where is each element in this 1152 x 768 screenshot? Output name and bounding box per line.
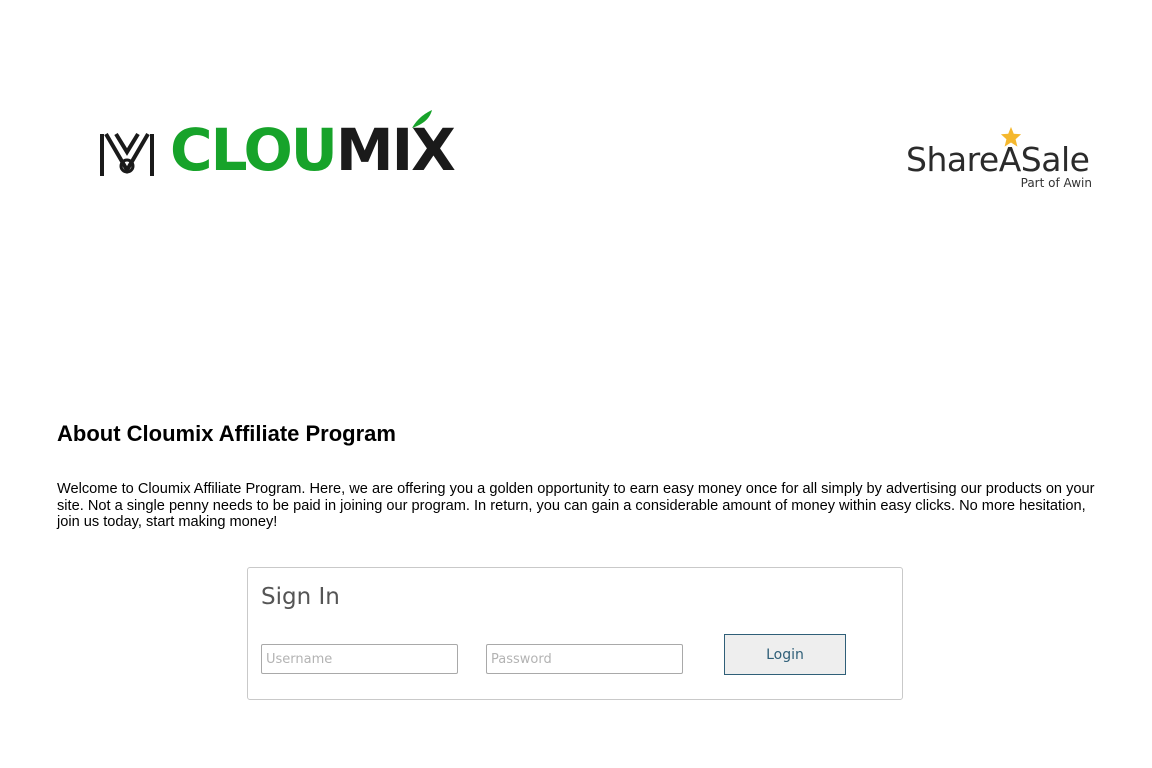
shareasale-wordmark: ShareASale	[906, 140, 1090, 179]
about-heading: About Cloumix Affiliate Program	[57, 421, 396, 446]
password-input[interactable]	[486, 644, 683, 674]
cloumix-wordmark-green: CLOU	[170, 116, 338, 184]
signin-panel: Sign In Login	[247, 567, 903, 700]
cloumix-monogram-icon	[100, 132, 154, 176]
leaf-icon	[412, 110, 432, 128]
login-button[interactable]: Login	[724, 634, 846, 675]
signin-title: Sign In	[261, 584, 340, 610]
shareasale-logo: ShareASale Part of Awin	[900, 126, 1100, 196]
username-input[interactable]	[261, 644, 458, 674]
about-description: Welcome to Cloumix Affiliate Program. He…	[57, 481, 1095, 530]
shareasale-subtitle: Part of Awin	[1020, 176, 1092, 190]
cloumix-logo: CLOUMIX	[98, 104, 478, 188]
cloumix-wordmark-dark: MIX	[335, 116, 456, 184]
